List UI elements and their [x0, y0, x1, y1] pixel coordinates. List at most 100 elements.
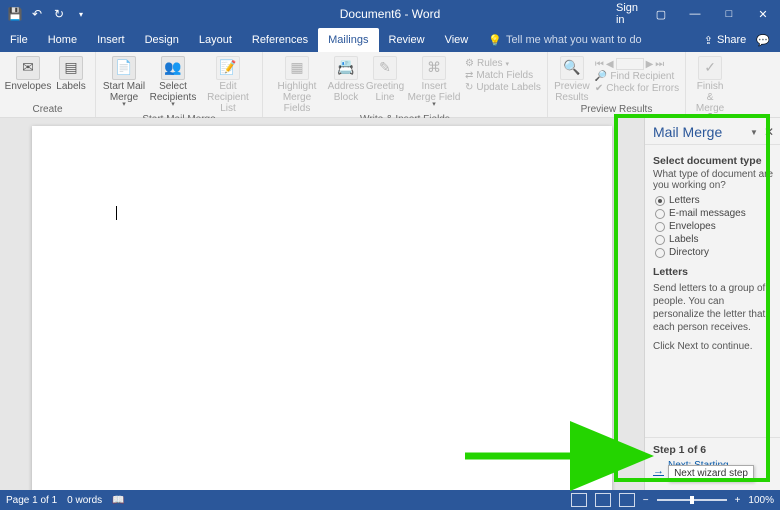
tab-file[interactable]: File: [0, 28, 38, 52]
start-mail-merge-label: Start Mail Merge: [102, 81, 146, 103]
insert-merge-field-icon: ⌘: [422, 56, 446, 80]
radio-labels[interactable]: Labels: [655, 234, 774, 245]
record-number-input[interactable]: [616, 58, 644, 70]
redo-icon[interactable]: ↻: [52, 7, 66, 21]
task-pane-menu-icon[interactable]: ▼: [750, 128, 758, 137]
first-record-icon[interactable]: ⏮: [595, 59, 604, 70]
print-layout-icon[interactable]: [595, 493, 611, 507]
greeting-line-label: Greeting Line: [366, 81, 404, 103]
match-fields-label: Match Fields: [476, 70, 533, 81]
insert-merge-field-button[interactable]: ⌘ Insert Merge Field ▾: [406, 54, 462, 107]
find-recipient-button[interactable]: 🔎Find Recipient: [595, 71, 679, 82]
radio-envelopes[interactable]: Envelopes: [655, 221, 774, 232]
ribbon-display-options-icon[interactable]: ▢: [644, 0, 678, 28]
zoom-slider[interactable]: [657, 499, 727, 501]
next-record-icon[interactable]: ▶: [646, 59, 654, 70]
undo-icon[interactable]: ↶: [30, 7, 44, 21]
word-count[interactable]: 0 words: [67, 495, 102, 506]
finish-merge-label: Finish & Merge: [692, 81, 728, 114]
arrow-right-icon: →: [653, 465, 664, 477]
close-icon[interactable]: ✕: [746, 0, 780, 28]
check-errors-button[interactable]: ✔Check for Errors: [595, 83, 679, 94]
document-viewport[interactable]: [0, 118, 644, 490]
comments-icon[interactable]: 💬: [756, 34, 770, 47]
highlight-merge-fields-button[interactable]: ▦ Highlight Merge Fields: [269, 54, 325, 114]
radio-email[interactable]: E-mail messages: [655, 208, 774, 219]
envelopes-button[interactable]: ✉ Envelopes: [6, 54, 50, 92]
letters-heading: Letters: [653, 266, 774, 278]
labels-button[interactable]: ▤ Labels: [53, 54, 89, 92]
continue-hint: Click Next to continue.: [653, 340, 774, 353]
edit-recipient-list-button[interactable]: 📝 Edit Recipient List: [200, 54, 256, 114]
write-extra-buttons: ⚙Rules ▾ ⇄Match Fields ↻Update Labels: [465, 54, 541, 93]
wizard-step-label: Step 1 of 6: [653, 444, 774, 456]
envelopes-label: Envelopes: [5, 81, 52, 92]
dropdown-caret-icon: ▾: [432, 103, 436, 107]
tab-view[interactable]: View: [435, 28, 479, 52]
text-cursor: [116, 206, 117, 220]
tooltip-next-wizard-step: Next wizard step: [668, 465, 754, 482]
page-number[interactable]: Page 1 of 1: [6, 495, 57, 506]
zoom-out-icon[interactable]: −: [643, 495, 649, 506]
group-write-insert: ▦ Highlight Merge Fields 📇 Address Block…: [263, 52, 548, 117]
radio-letters[interactable]: Letters: [655, 195, 774, 206]
finish-merge-icon: ✓: [698, 56, 722, 80]
group-preview-label: Preview Results: [554, 104, 679, 117]
lightbulb-icon: 💡: [488, 34, 502, 47]
tab-references[interactable]: References: [242, 28, 318, 52]
radio-directory[interactable]: Directory: [655, 247, 774, 258]
select-recipients-button[interactable]: 👥 Select Recipients ▾: [149, 54, 197, 107]
task-pane-title: Mail Merge: [653, 124, 750, 140]
start-mail-merge-button[interactable]: 📄 Start Mail Merge ▾: [102, 54, 146, 107]
radio-icon: [655, 222, 665, 232]
zoom-in-icon[interactable]: +: [735, 495, 741, 506]
finish-merge-button[interactable]: ✓ Finish & Merge ▾: [692, 54, 728, 118]
radio-icon: [655, 248, 665, 258]
radio-icon: [655, 209, 665, 219]
tell-me-placeholder: Tell me what you want to do: [506, 34, 642, 46]
address-block-button[interactable]: 📇 Address Block: [328, 54, 364, 103]
share-button[interactable]: ⇪ Share: [704, 34, 747, 47]
insert-merge-field-label: Insert Merge Field: [406, 81, 462, 103]
rules-button[interactable]: ⚙Rules ▾: [465, 58, 541, 69]
share-icon: ⇪: [704, 34, 713, 47]
tab-layout[interactable]: Layout: [189, 28, 242, 52]
tab-design[interactable]: Design: [135, 28, 189, 52]
update-labels-icon: ↻: [465, 82, 473, 93]
edit-recipient-list-label: Edit Recipient List: [200, 81, 256, 114]
select-recipients-label: Select Recipients: [149, 81, 197, 103]
group-finish: ✓ Finish & Merge ▾ Finish: [686, 52, 734, 117]
zoom-level[interactable]: 100%: [748, 495, 774, 506]
tab-home[interactable]: Home: [38, 28, 87, 52]
web-layout-icon[interactable]: [619, 493, 635, 507]
tell-me-search[interactable]: 💡 Tell me what you want to do: [478, 28, 651, 52]
last-record-icon[interactable]: ⏭: [655, 59, 664, 70]
radio-email-label: E-mail messages: [669, 208, 746, 219]
update-labels-button[interactable]: ↻Update Labels: [465, 82, 541, 93]
radio-labels-label: Labels: [669, 234, 698, 245]
titlebar: 💾 ↶ ↻ ▾ Document6 - Word Sign in ▢ — □ ✕: [0, 0, 780, 28]
preview-results-button[interactable]: 🔍 Preview Results: [554, 54, 590, 103]
tab-insert[interactable]: Insert: [87, 28, 135, 52]
work-area: Mail Merge ▼ ✕ Select document type What…: [0, 118, 780, 490]
sign-in-link[interactable]: Sign in: [610, 0, 644, 28]
group-preview-results: 🔍 Preview Results ⏮ ◀ ▶ ⏭ 🔎Find Recipien…: [548, 52, 686, 117]
read-mode-icon[interactable]: [571, 493, 587, 507]
greeting-line-button[interactable]: ✎ Greeting Line: [367, 54, 403, 103]
dropdown-caret-icon: ▾: [171, 103, 175, 107]
match-fields-button[interactable]: ⇄Match Fields: [465, 70, 541, 81]
mail-merge-task-pane: Mail Merge ▼ ✕ Select document type What…: [644, 118, 780, 490]
document-page[interactable]: [32, 126, 612, 490]
tab-review[interactable]: Review: [379, 28, 435, 52]
record-nav[interactable]: ⏮ ◀ ▶ ⏭: [595, 58, 679, 70]
task-pane-close-icon[interactable]: ✕: [764, 125, 774, 139]
qat-customize-icon[interactable]: ▾: [74, 7, 88, 21]
minimize-icon[interactable]: —: [678, 0, 712, 28]
greeting-line-icon: ✎: [373, 56, 397, 80]
prev-record-icon[interactable]: ◀: [606, 59, 614, 70]
radio-icon: [655, 235, 665, 245]
proofing-icon[interactable]: 📖: [112, 495, 124, 506]
maximize-icon[interactable]: □: [712, 0, 746, 28]
save-icon[interactable]: 💾: [8, 7, 22, 21]
tab-mailings[interactable]: Mailings: [318, 28, 378, 52]
